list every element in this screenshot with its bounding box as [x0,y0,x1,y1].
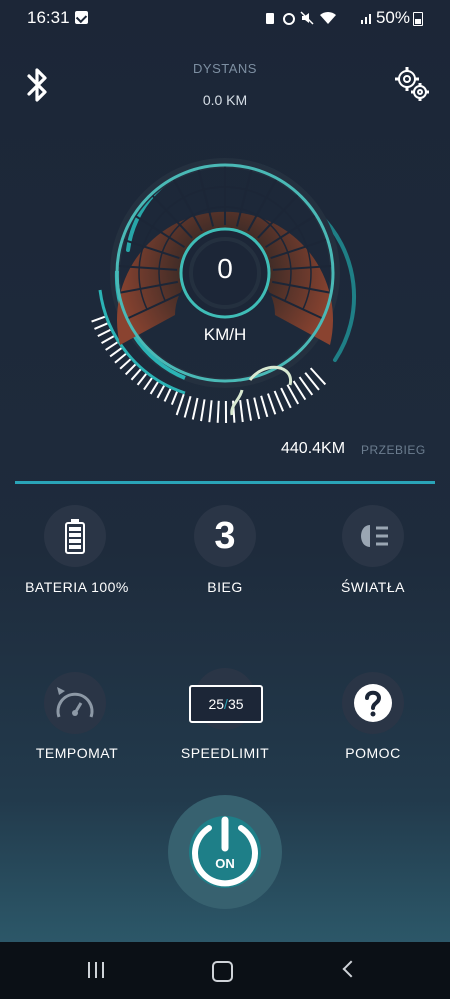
gear-value: 3 [214,514,236,557]
distance-label: DYSTANS [193,61,257,76]
gear-label: BIEG [207,579,243,595]
home-button[interactable] [212,961,233,982]
lights-label: ŚWIATŁA [341,579,405,595]
power-icon[interactable] [185,812,265,892]
android-nav-bar [0,942,450,999]
gauge-tick [260,395,269,418]
notification-check-icon [75,11,88,24]
gauge-tick [149,381,159,395]
distance-value: 0.0 KM [202,92,248,108]
gauge-tick [163,388,172,402]
alarm-icon [283,13,295,25]
gauge-tick [200,399,206,422]
gauge-tick [239,399,244,423]
cruise-label: TEMPOMAT [35,745,119,761]
recents-button[interactable] [87,962,107,980]
gauge-tick [216,400,220,423]
help-label: POMOC [345,745,401,761]
speed-value: 0 [217,253,233,284]
gauge-tick [136,373,147,386]
wifi-icon [320,11,336,24]
signal-icon [361,14,371,24]
speedlimit-current: 25 [208,696,225,712]
headlight-icon [361,525,388,547]
gauge-tick [208,400,213,423]
gear-tile[interactable]: 3 [194,505,256,567]
power-label: ON [215,856,235,871]
gauge-tick [119,358,132,370]
status-battery-icon [413,12,423,26]
gauge-tick [266,393,277,415]
gauge-tick [156,385,165,399]
odometer-label: PRZEBIEG [361,443,426,457]
gauge-tick [170,391,178,406]
gauge-tick [114,353,127,364]
status-bar: 16:31 50% [0,0,450,36]
gauge-tick [91,315,106,323]
speedlimit-label: SPEEDLIMIT [180,745,270,761]
gauge-tick [191,397,199,420]
divider [15,481,435,484]
gauge-tick [143,377,153,391]
mute-icon [300,11,314,25]
speed-unit: KM/H [203,325,247,344]
gauge-tick [109,347,123,358]
battery-tile[interactable] [44,505,106,567]
back-button[interactable] [342,960,360,978]
speedometer-icon [56,687,94,718]
speedlimit-box[interactable]: 25 / 35 [189,685,263,723]
help-tile[interactable] [342,672,404,734]
cruise-tile[interactable] [44,672,106,734]
gauge-tick [175,393,185,416]
lights-tile[interactable] [342,505,404,567]
gauge-tick [183,396,192,418]
gauge-tick [130,368,142,381]
gauge-tick [253,397,261,420]
gauge-tick [124,363,137,376]
battery-saver-icon [266,13,274,24]
odometer-value: 440.4KM [281,440,346,457]
gauge-tick [246,398,253,421]
gauge-tick [280,387,292,409]
gauge-tick [273,390,285,412]
speedlimit-max: 35 [227,696,244,712]
status-time: 16:31 [27,8,70,27]
status-battery-percent: 50% [375,8,410,27]
question-icon [354,684,392,722]
battery-label: BATERIA 100% [25,579,129,595]
battery-icon [65,519,85,554]
